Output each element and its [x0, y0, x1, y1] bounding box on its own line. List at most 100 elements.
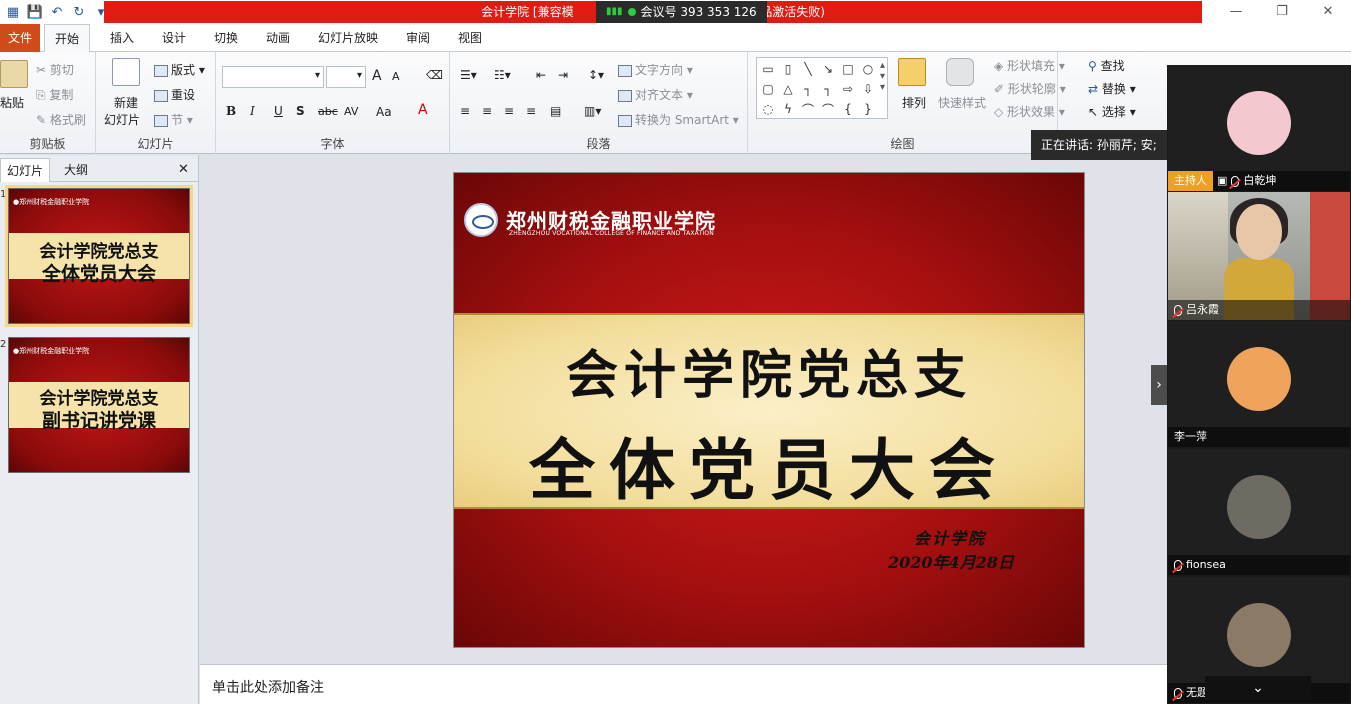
arrow-shape-icon[interactable]: ↘ — [818, 59, 838, 79]
tab-outline[interactable]: 大纲 — [58, 158, 94, 182]
line-shape-icon[interactable]: ╲ — [798, 59, 818, 79]
gallery-scroll-icon[interactable]: ▴ ▾ ▾ — [880, 60, 885, 93]
minimize-button[interactable]: — — [1213, 0, 1259, 24]
expand-participants-button[interactable]: ⌄ — [1205, 676, 1311, 700]
participant-video[interactable]: 吕永霞 — [1168, 192, 1350, 320]
align-text-button[interactable]: 对齐文本 ▾ — [618, 86, 693, 103]
brace-right-shape-icon[interactable]: } — [858, 99, 878, 119]
format-painter-button[interactable]: ✎ 格式刷 — [36, 111, 86, 128]
notes-pane[interactable]: 单击此处添加备注 — [200, 664, 1167, 704]
slide-title-line-1[interactable]: 会计学院党总支 — [454, 333, 1084, 408]
grow-font-button[interactable]: A — [372, 68, 382, 84]
shape-outline-button[interactable]: ✐ 形状轮廓 ▾ — [994, 80, 1066, 97]
change-case-button[interactable]: Aa — [376, 105, 392, 119]
tab-view[interactable]: 视图 — [448, 24, 492, 52]
meeting-id-badge[interactable]: ▮▮▮ 会议号 393 353 126 — [596, 1, 767, 23]
tab-design[interactable]: 设计 — [152, 24, 196, 52]
slide-thumbnail-1[interactable]: ●郑州财税金融职业学院 会计学院党总支 全体党员大会 — [8, 188, 190, 324]
vtextbox-shape-icon[interactable]: ▯ — [778, 59, 798, 79]
new-slide-icon[interactable] — [112, 58, 140, 86]
current-slide[interactable]: 郑州财税金融职业学院 ZHENGZHOU VOCATIONAL COLLEGE … — [454, 173, 1084, 647]
tab-review[interactable]: 审阅 — [396, 24, 440, 52]
strikethrough-button[interactable]: abc — [318, 105, 338, 118]
oval-shape-icon[interactable]: ○ — [858, 59, 878, 79]
distribute-icon[interactable]: ▤ — [550, 104, 561, 118]
tab-transitions[interactable]: 切换 — [204, 24, 248, 52]
collapse-side-panel-button[interactable]: › — [1151, 365, 1167, 405]
curve-shape-icon[interactable]: ⌒ — [798, 99, 818, 119]
shadow-button[interactable]: S — [296, 104, 305, 118]
quick-styles-icon[interactable] — [946, 58, 974, 86]
slide-department[interactable]: 会计学院 — [914, 525, 986, 549]
slide-title-line-2[interactable]: 全体党员大会 — [454, 417, 1084, 513]
tab-slides[interactable]: 幻灯片 — [0, 158, 51, 182]
freeform-shape-icon[interactable]: ◌ — [758, 99, 778, 119]
participant-tile[interactable]: fionsea — [1168, 449, 1350, 575]
close-button[interactable]: ✕ — [1305, 0, 1351, 24]
paste-button[interactable]: 粘贴 — [0, 94, 24, 111]
tab-slideshow[interactable]: 幻灯片放映 — [308, 24, 388, 52]
italic-button[interactable]: I — [250, 104, 255, 118]
shrink-font-button[interactable]: A — [392, 70, 400, 83]
tab-animations[interactable]: 动画 — [256, 24, 300, 52]
layout-button[interactable]: 版式 ▾ — [154, 61, 205, 78]
save-icon[interactable]: 💾 — [26, 3, 44, 21]
increase-indent-icon[interactable]: ⇥ — [558, 68, 568, 82]
right-arrow-shape-icon[interactable]: ⇨ — [838, 79, 858, 99]
shapes-gallery[interactable]: ▭ ▯ ╲ ↘ □ ○ ▢ △ ┐ ┐ ⇨ ⇩ ◌ ϟ ⌒ ⌒{} — [756, 57, 888, 119]
connector-shape-icon[interactable]: ┐ — [798, 79, 818, 99]
justify-icon[interactable]: ≡ — [526, 104, 536, 118]
textbox-shape-icon[interactable]: ▭ — [758, 59, 778, 79]
elbow-shape-icon[interactable]: ┐ — [818, 79, 838, 99]
restore-button[interactable]: ❐ — [1259, 0, 1305, 24]
paste-icon[interactable] — [0, 60, 28, 88]
quick-styles-button[interactable]: 快速样式 — [938, 94, 986, 111]
select-button[interactable]: ↖ 选择 ▾ — [1088, 103, 1136, 120]
text-direction-button[interactable]: 文字方向 ▾ — [618, 61, 693, 78]
decrease-indent-icon[interactable]: ⇤ — [536, 68, 546, 82]
cut-button[interactable]: ✂ 剪切 — [36, 61, 74, 78]
shape-fill-button[interactable]: ◈ 形状填充 ▾ — [994, 57, 1065, 74]
undo-icon[interactable]: ↶ — [48, 3, 66, 21]
reset-button[interactable]: 重设 — [154, 86, 195, 103]
font-color-button[interactable]: A — [418, 102, 428, 118]
find-button[interactable]: ⚲ 查找 — [1088, 57, 1125, 74]
new-slide-label-2[interactable]: 幻灯片 — [104, 111, 140, 128]
char-spacing-button[interactable]: AV — [344, 105, 358, 118]
powerpoint-app-icon[interactable]: ▦ — [4, 3, 22, 21]
shape-effects-button[interactable]: ◇ 形状效果 ▾ — [994, 103, 1065, 120]
replace-button[interactable]: ⇄ 替换 ▾ — [1088, 80, 1136, 97]
tab-insert[interactable]: 插入 — [100, 24, 144, 52]
align-left-icon[interactable]: ≡ — [460, 104, 470, 118]
tab-file[interactable]: 文件 — [0, 24, 40, 52]
triangle-shape-icon[interactable]: △ — [778, 79, 798, 99]
brace-left-shape-icon[interactable]: { — [838, 99, 858, 119]
rect-shape-icon[interactable]: □ — [838, 59, 858, 79]
redo-icon[interactable]: ↻ — [70, 3, 88, 21]
bold-button[interactable]: B — [226, 104, 236, 118]
font-size-combo[interactable]: ▾ — [326, 66, 366, 88]
align-center-icon[interactable]: ≡ — [482, 104, 492, 118]
participant-tile[interactable]: 李一萍 — [1168, 321, 1350, 447]
convert-smartart-button[interactable]: 转换为 SmartArt ▾ — [618, 111, 739, 128]
close-panel-icon[interactable]: ✕ — [172, 158, 195, 182]
clear-format-icon[interactable]: ⌫ — [426, 68, 443, 82]
numbering-icon[interactable]: ☷▾ — [494, 68, 511, 82]
down-arrow-shape-icon[interactable]: ⇩ — [858, 79, 878, 99]
participant-tile[interactable]: 主持人 ▣ 白乾坤 — [1168, 65, 1350, 191]
new-slide-label-1[interactable]: 新建 — [114, 94, 138, 111]
arrange-button[interactable]: 排列 — [902, 94, 926, 111]
line-spacing-icon[interactable]: ↕▾ — [588, 68, 604, 82]
arrange-icon[interactable] — [898, 58, 926, 86]
roundrect-shape-icon[interactable]: ▢ — [758, 79, 778, 99]
tab-home[interactable]: 开始 — [44, 24, 91, 53]
arc-shape-icon[interactable]: ⌒ — [818, 99, 838, 119]
align-right-icon[interactable]: ≡ — [504, 104, 514, 118]
bullets-icon[interactable]: ☰▾ — [460, 68, 477, 82]
copy-button[interactable]: ⎘ 复制 — [36, 86, 73, 103]
lightning-shape-icon[interactable]: ϟ — [778, 99, 798, 119]
slide-thumbnail-2[interactable]: ●郑州财税金融职业学院 会计学院党总支 副书记讲党课 — [8, 337, 190, 473]
section-button[interactable]: 节 ▾ — [154, 111, 193, 128]
slide-date[interactable]: 2020年4月28日 — [888, 549, 1014, 573]
columns-icon[interactable]: ▥▾ — [584, 104, 601, 118]
